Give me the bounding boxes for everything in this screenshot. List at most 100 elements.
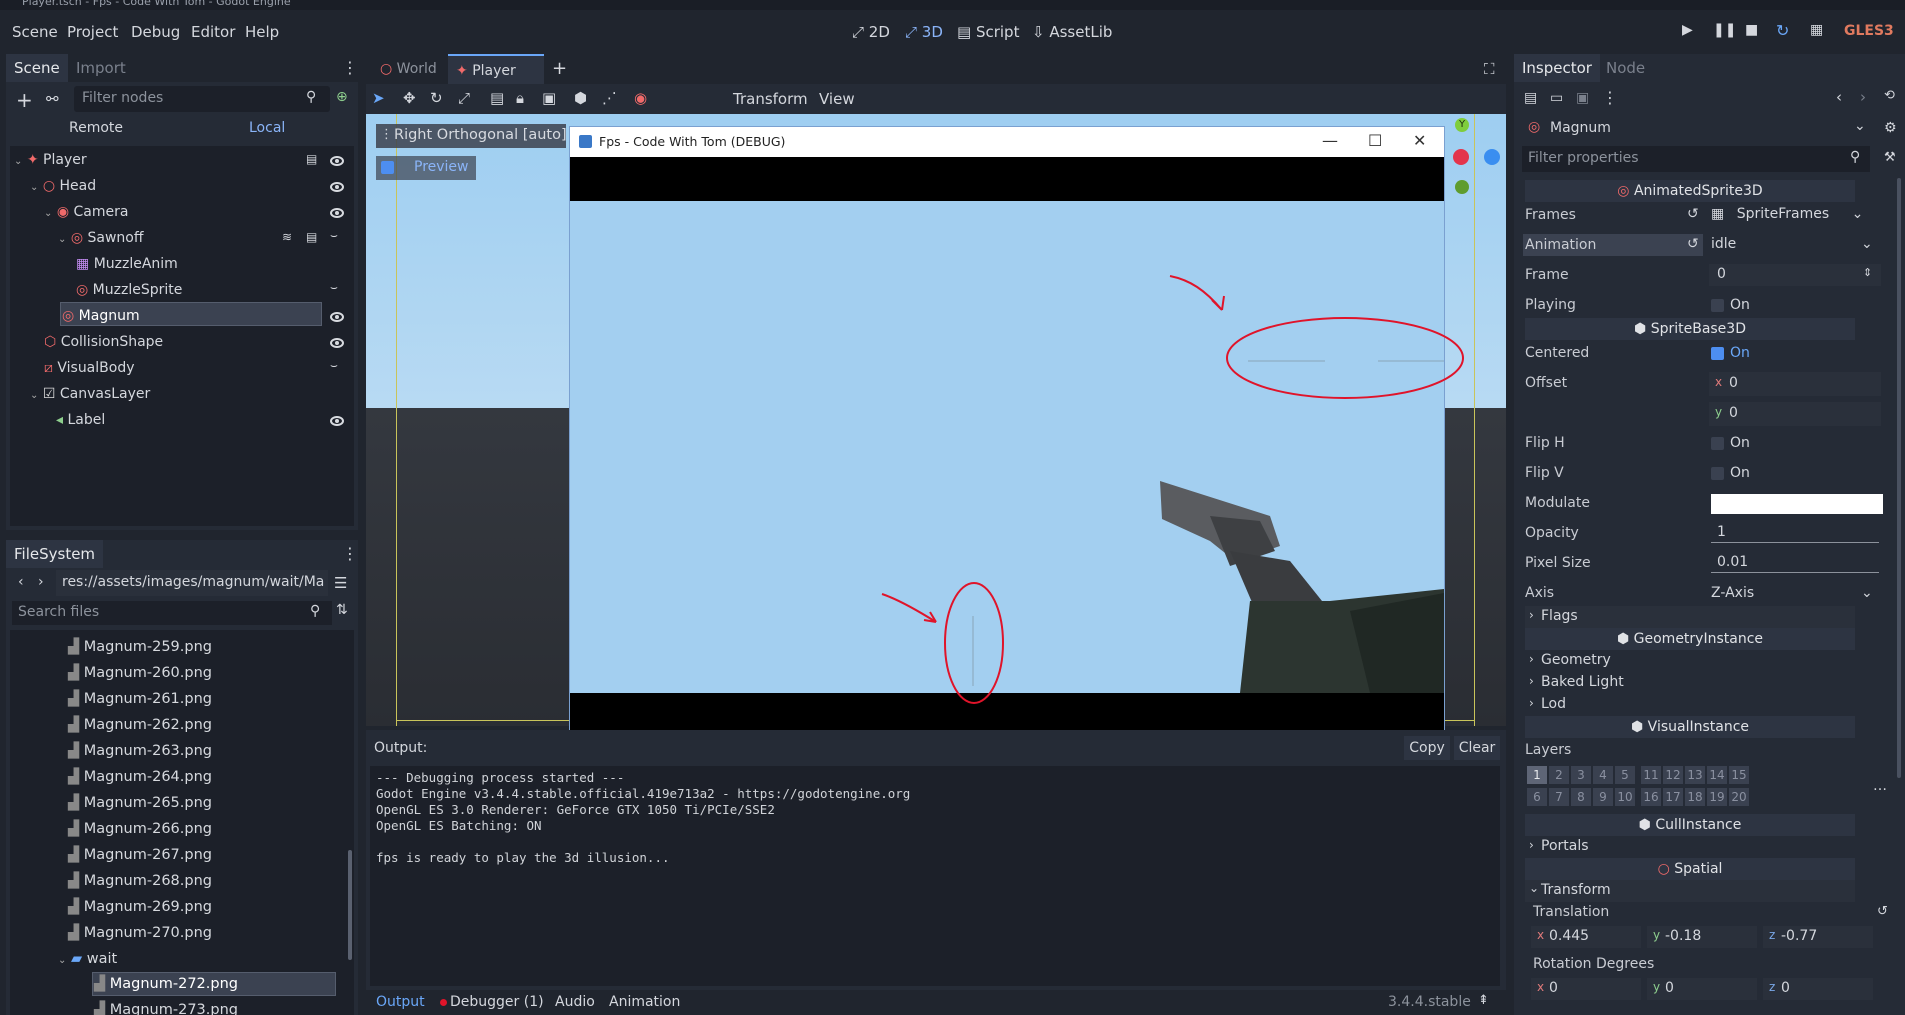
tab-debugger[interactable]: Debugger (1) <box>450 994 544 1010</box>
expand-icon[interactable]: ⌄ <box>58 234 66 245</box>
visibility-icon[interactable] <box>330 208 344 218</box>
move-tool-icon[interactable]: ✥ <box>403 89 416 107</box>
expand-icon[interactable]: ⌄ <box>14 156 22 167</box>
workspace-script-button[interactable]: ▤ Script <box>957 23 1019 41</box>
filter-properties-input[interactable]: Filter properties ⚲ <box>1522 146 1870 172</box>
local-space-icon[interactable]: ⬢ <box>574 89 587 107</box>
layer-cell[interactable]: 16 <box>1641 788 1661 806</box>
file-item[interactable]: ▟ Magnum-269.png <box>68 894 212 920</box>
section-spritebase3d[interactable]: ⬢ SpriteBase3D <box>1525 318 1855 340</box>
layer-cell[interactable]: 11 <box>1641 766 1661 784</box>
pause-icon[interactable]: ❚❚ <box>1713 22 1736 38</box>
centered-checkbox[interactable]: On <box>1711 345 1750 361</box>
object-selector[interactable]: ◎ Magnum ⌄ <box>1522 116 1872 142</box>
workspace-2d-button[interactable]: ⤢ 2D <box>852 23 890 41</box>
translation-z-field[interactable]: z -0.77 <box>1763 926 1873 948</box>
playing-checkbox[interactable]: On <box>1711 297 1750 313</box>
expand-icon[interactable]: ⌄ <box>58 955 66 966</box>
file-item[interactable]: ▟ Magnum-267.png <box>68 842 212 868</box>
file-item[interactable]: ▟ Magnum-265.png <box>68 790 212 816</box>
restart-icon[interactable]: ↻ <box>1776 21 1789 40</box>
new-resource-icon[interactable]: ▤ <box>1524 90 1537 106</box>
visibility-icon[interactable] <box>330 312 344 322</box>
tree-node-player[interactable]: ⌄ ✦ Player <box>14 148 87 172</box>
file-item[interactable]: ▟ Magnum-270.png <box>68 920 212 946</box>
menu-debug[interactable]: Debug <box>131 23 180 41</box>
file-item[interactable]: ▟ Magnum-264.png <box>68 764 212 790</box>
spinner-icon[interactable]: ⇕ <box>1863 266 1872 279</box>
inspector-scrollbar[interactable] <box>1897 178 1901 778</box>
sort-icon[interactable]: ⇅ <box>336 602 348 618</box>
tab-scene[interactable]: Scene <box>6 54 68 82</box>
rotation-y-field[interactable]: y 0 <box>1647 978 1757 1000</box>
file-item[interactable]: ▟ Magnum-273.png <box>94 997 238 1015</box>
file-item[interactable]: ▟ Magnum-266.png <box>68 816 212 842</box>
offset-x-field[interactable]: x 0 <box>1709 372 1881 396</box>
frames-resource[interactable]: ▦ SpriteFrames ⌄ <box>1711 206 1863 222</box>
lock-icon[interactable]: 🔒︎ <box>516 89 524 107</box>
scale-tool-icon[interactable]: ⤢ <box>458 89 470 107</box>
minimize-icon[interactable]: — <box>1322 131 1338 150</box>
sort-icon[interactable]: ⚒ <box>1884 150 1896 165</box>
tab-audio[interactable]: Audio <box>555 994 595 1010</box>
back-icon[interactable]: ‹ <box>18 574 24 590</box>
layer-cell[interactable]: 9 <box>1593 788 1613 806</box>
tree-node-collisionshape[interactable]: ⬡ CollisionShape <box>44 330 163 354</box>
list-select-icon[interactable]: ▤ <box>490 89 504 107</box>
orthogonal-label-box[interactable]: ⋮ Right Orthogonal [auto] <box>376 124 567 148</box>
link-icon[interactable]: ⚯ <box>46 90 59 108</box>
layer-cell[interactable]: 13 <box>1685 766 1705 784</box>
expand-icon[interactable]: ⌄ <box>30 182 38 193</box>
tab-world[interactable]: ○ World <box>372 54 445 84</box>
tab-node[interactable]: Node <box>1598 54 1653 82</box>
hidden-icon[interactable]: ⌣ <box>330 358 338 373</box>
transform-menu[interactable]: Transform <box>733 90 808 108</box>
layer-cell[interactable]: 7 <box>1549 788 1569 806</box>
script-icon[interactable]: ▤ <box>306 152 317 166</box>
menu-project[interactable]: Project <box>67 23 118 41</box>
layer-cell[interactable]: 1 <box>1527 766 1547 784</box>
layer-cell[interactable]: 8 <box>1571 788 1591 806</box>
add-node-icon[interactable]: + <box>16 88 33 112</box>
tree-node-muzzleanim[interactable]: ▦ MuzzleAnim <box>76 252 178 276</box>
game-viewport[interactable] <box>570 201 1444 693</box>
file-item[interactable]: ▟ Magnum-268.png <box>68 868 212 894</box>
file-item[interactable]: ▟ Magnum-263.png <box>68 738 212 764</box>
open-icon[interactable]: ▭ <box>1550 90 1563 106</box>
history-back-icon[interactable]: ‹ <box>1836 88 1842 106</box>
path-field[interactable]: res://assets/images/magnum/wait/Ma <box>56 570 328 596</box>
translation-y-field[interactable]: y -0.18 <box>1647 926 1757 948</box>
revert-icon[interactable]: ↺ <box>1687 236 1699 252</box>
save-icon[interactable]: ▣ <box>1576 90 1589 106</box>
menu-editor[interactable]: Editor <box>191 23 235 41</box>
movie-icon[interactable]: ▦ <box>1810 22 1823 38</box>
visibility-icon[interactable] <box>330 338 344 348</box>
file-item[interactable]: ▟ Magnum-260.png <box>68 660 212 686</box>
object-tools-icon[interactable]: ⚙ <box>1884 120 1897 136</box>
visibility-icon[interactable] <box>330 416 344 426</box>
modulate-color-picker[interactable] <box>1711 494 1883 514</box>
snap-icon[interactable]: ⋰ <box>602 89 617 107</box>
flip-h-checkbox[interactable]: On <box>1711 435 1750 451</box>
hidden-icon[interactable]: ⌣ <box>330 280 338 295</box>
gizmo-x-axis[interactable] <box>1453 149 1469 165</box>
expand-icon[interactable]: ⌄ <box>30 390 38 401</box>
maximize-icon[interactable]: ☐ <box>1368 131 1382 150</box>
pixel-size-slider[interactable]: 0.01 <box>1709 552 1881 576</box>
layer-cell[interactable]: 15 <box>1729 766 1749 784</box>
local-tab[interactable]: Local <box>249 120 285 136</box>
history-icon[interactable]: ⟲ <box>1884 88 1895 103</box>
section-geometryinstance[interactable]: ⬢ GeometryInstance <box>1525 628 1855 650</box>
revert-icon[interactable]: ↺ <box>1877 904 1888 919</box>
layer-cell[interactable]: 18 <box>1685 788 1705 806</box>
tab-import[interactable]: Import <box>68 54 134 82</box>
gizmo-y-axis[interactable]: Y <box>1455 118 1469 132</box>
workspace-assetlib-button[interactable]: ⇩ AssetLib <box>1032 23 1112 41</box>
visibility-icon[interactable] <box>330 156 344 166</box>
folder-item[interactable]: ⌄ ▰ wait <box>58 946 117 972</box>
translation-x-field[interactable]: x 0.445 <box>1531 926 1641 948</box>
tree-node-muzzlesprite[interactable]: ◎ MuzzleSprite <box>76 278 182 302</box>
rotation-z-field[interactable]: z 0 <box>1763 978 1873 1000</box>
file-item-selected[interactable]: ▟ Magnum-272.png <box>94 971 238 997</box>
close-icon[interactable]: ✕ <box>1413 131 1426 150</box>
